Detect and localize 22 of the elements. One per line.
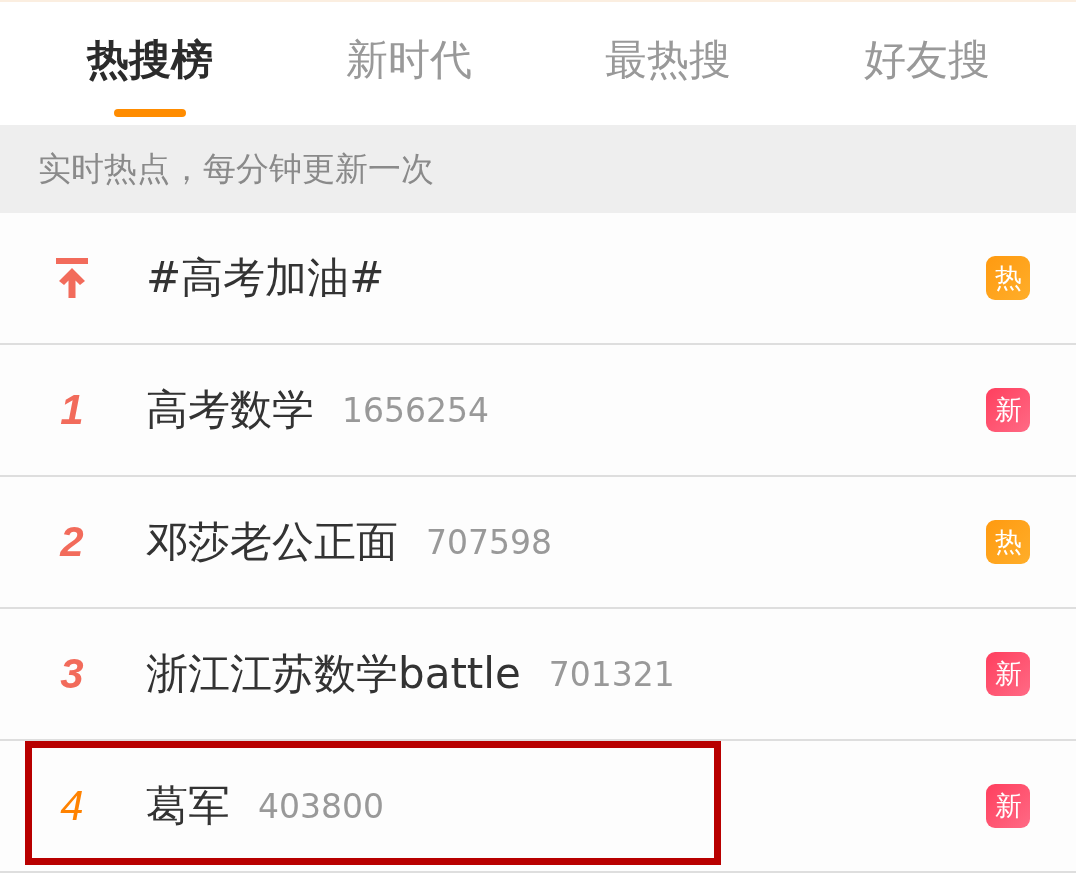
topic-title: 邓莎老公正面 xyxy=(146,516,398,568)
topic-title: 葛军 xyxy=(146,780,230,832)
topic-title: 浙江江苏数学battle xyxy=(146,648,521,700)
notice-text: 实时热点，每分钟更新一次 xyxy=(38,147,434,190)
search-count: 707598 xyxy=(426,522,552,562)
badge: 热 xyxy=(986,520,1030,564)
trending-item[interactable]: 4 葛军 403800 新 xyxy=(0,741,1076,873)
rank-number: 4 xyxy=(60,785,84,827)
pin-to-top-icon xyxy=(56,258,88,298)
rank-number: 3 xyxy=(60,653,84,695)
rank-number: 1 xyxy=(60,389,84,431)
badge: 热 xyxy=(986,256,1030,300)
tab[interactable]: 热搜榜 xyxy=(20,2,279,125)
rank-number: 2 xyxy=(60,521,84,563)
badge: 新 xyxy=(986,784,1030,828)
search-count: 403800 xyxy=(258,786,384,826)
search-count: 1656254 xyxy=(342,390,489,430)
badge: 新 xyxy=(986,652,1030,696)
search-count: 701321 xyxy=(548,654,675,694)
badge: 新 xyxy=(986,388,1030,432)
topic-title: #高考加油# xyxy=(146,252,385,304)
topic-title: 高考数学 xyxy=(146,384,314,436)
